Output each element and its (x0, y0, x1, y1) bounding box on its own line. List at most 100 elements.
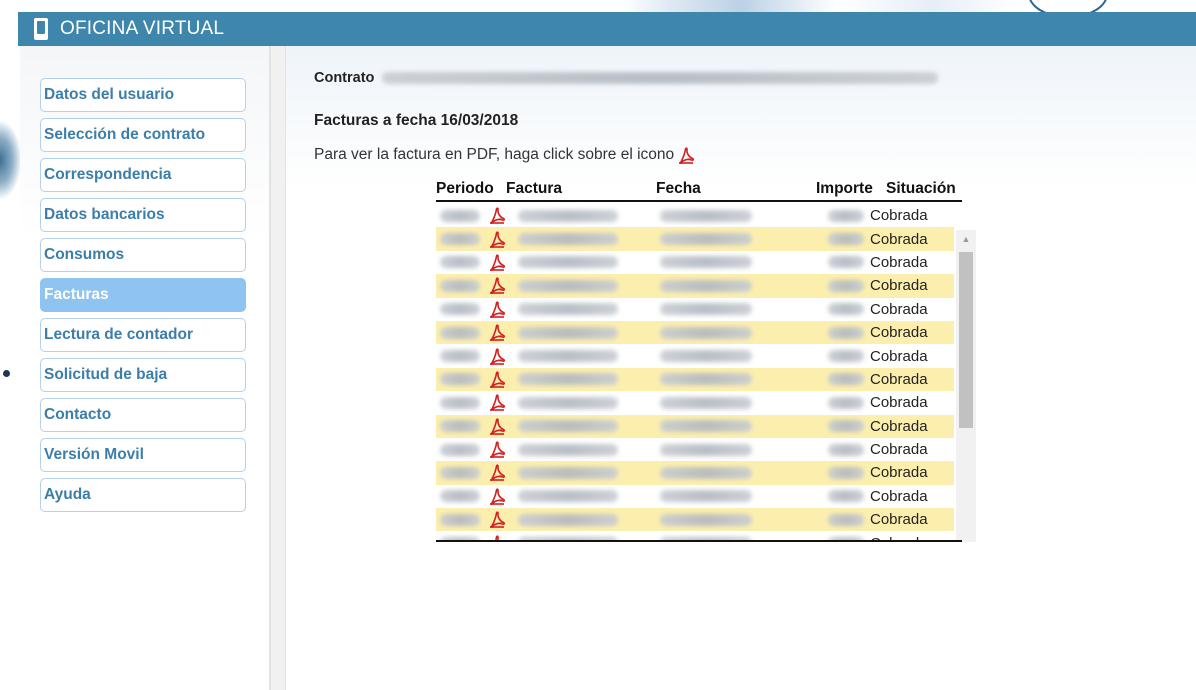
pdf-icon[interactable] (489, 488, 505, 505)
cell-importe (816, 204, 870, 227)
sidebar-item-solicitud-de-baja[interactable]: Solicitud de baja (40, 358, 246, 392)
pdf-icon[interactable] (489, 324, 505, 342)
cell-fecha (656, 251, 816, 274)
cell-pdf[interactable] (488, 368, 506, 391)
cell-periodo (436, 251, 488, 274)
cell-situacion: Cobrada (870, 253, 928, 271)
pdf-icon[interactable] (489, 441, 505, 459)
cell-fecha (656, 274, 816, 297)
redacted-value (518, 326, 618, 339)
pdf-icon[interactable] (489, 464, 505, 482)
pdf-icon[interactable] (489, 207, 505, 225)
sidebar-item-seleccion-de-contrato[interactable]: Selección de contrato (40, 118, 246, 152)
redacted-value (440, 326, 480, 339)
cell-fecha (656, 298, 816, 321)
sidebar-item-consumos[interactable]: Consumos (40, 238, 246, 272)
cell-factura (506, 344, 656, 367)
cell-factura (506, 368, 656, 391)
cell-periodo (436, 344, 488, 367)
sidebar-separator (270, 46, 286, 690)
table-bottom-border (436, 540, 962, 542)
cell-pdf[interactable] (488, 391, 506, 414)
cell-periodo (436, 227, 488, 250)
cell-pdf[interactable] (488, 508, 506, 531)
cell-periodo (436, 438, 488, 461)
sidebar-item-contacto[interactable]: Contacto (40, 398, 246, 432)
cell-periodo (436, 415, 488, 438)
cell-importe (816, 485, 870, 508)
cell-periodo (436, 485, 488, 508)
cell-situacion: Cobrada (870, 347, 928, 365)
redacted-value (828, 350, 864, 363)
sidebar-item-datos-bancarios[interactable]: Datos bancarios (40, 198, 246, 232)
redacted-value (440, 303, 480, 316)
sidebar-item-ayuda[interactable]: Ayuda (40, 478, 246, 512)
table-row: Cobrada (436, 508, 954, 532)
cell-pdf[interactable] (488, 461, 506, 484)
table-row: Cobrada (436, 274, 954, 298)
contract-line: Contrato (314, 70, 939, 86)
cell-pdf[interactable] (488, 298, 506, 321)
table-row: Cobrada (436, 297, 954, 321)
sidebar-item-correspondencia[interactable]: Correspondencia (40, 158, 246, 192)
cell-pdf[interactable] (488, 485, 506, 508)
pdf-icon[interactable] (489, 301, 505, 318)
redacted-value (440, 420, 480, 433)
table-body[interactable]: Cobrada Cobrada Cobrada Cobrada Cobrada Cobra… (436, 204, 980, 542)
pdf-icon[interactable] (489, 230, 505, 248)
pdf-icon[interactable] (489, 418, 505, 435)
app-header: OFICINA VIRTUAL (18, 12, 1196, 46)
table-scrollbar[interactable]: ▲ ▼ (956, 230, 976, 542)
redacted-value (828, 420, 864, 433)
redacted-value (440, 209, 480, 222)
redacted-value (518, 466, 618, 479)
redacted-value (660, 256, 752, 269)
redacted-value (660, 420, 752, 433)
pdf-icon[interactable] (489, 394, 505, 412)
pdf-icon[interactable] (489, 347, 505, 365)
table-rows: Cobrada Cobrada Cobrada Cobrada Cobrada Cobra… (436, 204, 954, 542)
table-row: Cobrada (436, 227, 954, 251)
cell-factura (506, 485, 656, 508)
cell-periodo (436, 461, 488, 484)
cell-situacion: Cobrada (870, 207, 928, 225)
cell-factura (506, 204, 656, 227)
sidebar-item-datos-del-usuario[interactable]: Datos del usuario (40, 78, 246, 112)
redacted-value (518, 303, 618, 316)
cell-pdf[interactable] (488, 321, 506, 344)
pdf-icon[interactable] (489, 277, 505, 295)
cell-fecha (656, 461, 816, 484)
cell-factura (506, 415, 656, 438)
cell-situacion: Cobrada (870, 370, 928, 388)
pdf-icon[interactable] (489, 371, 505, 388)
redacted-value (440, 490, 480, 503)
cell-pdf[interactable] (488, 204, 506, 227)
cell-fecha (656, 391, 816, 414)
redacted-value (440, 350, 480, 363)
scroll-thumb[interactable] (959, 252, 973, 428)
cell-pdf[interactable] (488, 438, 506, 461)
sidebar-item-facturas[interactable]: Facturas (40, 278, 246, 312)
redacted-value (440, 466, 480, 479)
cell-factura (506, 274, 656, 297)
table-row: Cobrada (436, 414, 954, 438)
cell-pdf[interactable] (488, 227, 506, 250)
cell-fecha (656, 321, 816, 344)
pdf-icon[interactable] (489, 511, 505, 529)
cell-pdf[interactable] (488, 251, 506, 274)
cell-situacion: Cobrada (870, 230, 928, 248)
table-row: Cobrada (436, 437, 954, 462)
sidebar-item-lectura-de-contador[interactable]: Lectura de contador (40, 318, 246, 352)
redacted-value (518, 420, 618, 433)
redacted-value (518, 256, 618, 269)
cell-pdf[interactable] (488, 344, 506, 367)
pdf-icon[interactable] (489, 254, 505, 271)
sidebar-item-version-movil[interactable]: Versión Movil (40, 438, 246, 472)
redacted-value (518, 209, 618, 222)
scroll-up-arrow-icon[interactable]: ▲ (956, 230, 976, 248)
cell-pdf[interactable] (488, 415, 506, 438)
cell-pdf[interactable] (488, 274, 506, 297)
redacted-value (660, 209, 752, 222)
redacted-value (660, 443, 752, 456)
cell-importe (816, 298, 870, 321)
